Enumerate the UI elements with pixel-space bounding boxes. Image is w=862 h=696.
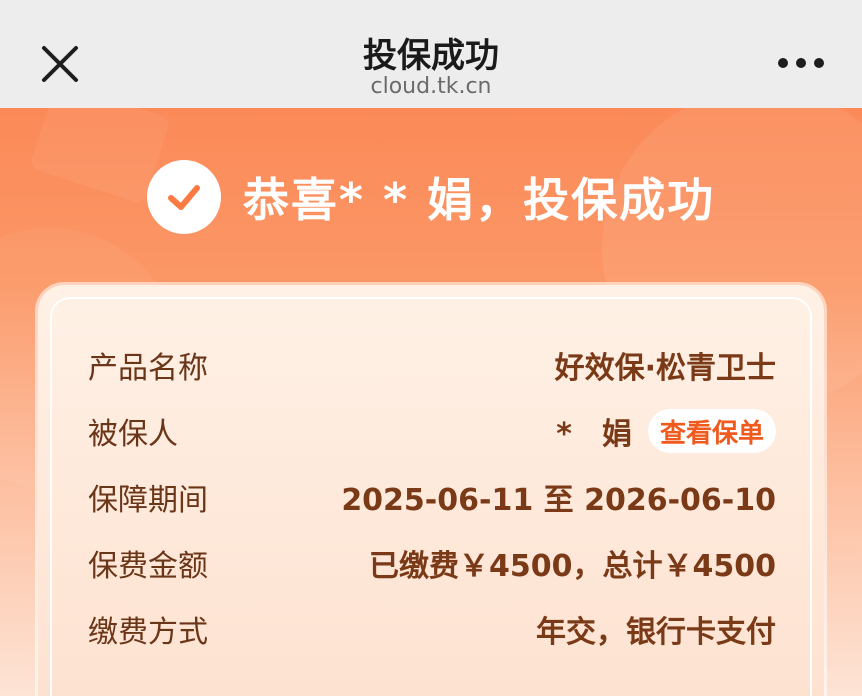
policy-row-payment: 缴费方式 年交，银行卡支付 [88,606,776,652]
row-value: * 娟 [556,417,632,452]
policy-row-period: 保障期间 2025-06-11 至 2026-06-10 [88,474,776,520]
page-title: 投保成功 [363,36,499,76]
success-message: 恭喜* * 娟，投保成功 [0,160,862,234]
success-text: 恭喜* * 娟，投保成功 [242,173,716,227]
navigation-bar: 投保成功 cloud.tk.cn [0,0,862,108]
row-value: 好效保·松青卫士 [554,351,776,386]
check-circle-icon [146,160,221,234]
policy-card: 产品名称 好效保·松青卫士 被保人 * 娟 查看保单 保障期间 2025-06-… [38,285,824,696]
hero-banner: 恭喜* * 娟，投保成功 产品名称 好效保·松青卫士 被保人 * 娟 查看保单 … [0,108,862,696]
more-dot [778,58,788,68]
more-dot [814,58,824,68]
policy-row-premium: 保费金额 已缴费￥4500，总计￥4500 [88,540,776,586]
row-value: 年交，银行卡支付 [536,615,776,650]
row-label: 保障期间 [88,483,208,518]
row-label: 产品名称 [88,351,208,386]
row-label: 被保人 [88,417,178,452]
more-dot [796,58,806,68]
policy-row-insured: 被保人 * 娟 查看保单 [88,408,776,454]
policy-row-product: 产品名称 好效保·松青卫士 [88,342,776,388]
more-icon[interactable] [778,56,824,70]
view-policy-button[interactable]: 查看保单 [647,409,776,453]
row-value: 已缴费￥4500，总计￥4500 [369,549,776,584]
row-value-group: * 娟 查看保单 [556,409,776,453]
row-value: 2025-06-11 至 2026-06-10 [341,483,776,518]
row-label: 缴费方式 [88,615,208,650]
page-url: cloud.tk.cn [370,74,492,99]
row-label: 保费金额 [88,549,208,584]
